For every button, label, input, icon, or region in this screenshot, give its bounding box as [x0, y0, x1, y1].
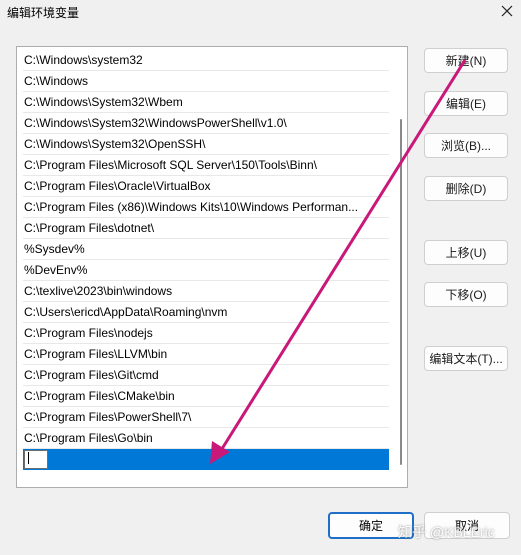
path-list-item[interactable]: %DevEnv%	[23, 260, 389, 281]
path-list[interactable]: C:\Windows\system32 C:\Windows C:\Windows\…	[16, 46, 408, 488]
scrollbar-thumb[interactable]	[400, 119, 402, 465]
delete-button[interactable]: 删除(D)	[424, 176, 508, 201]
move-down-button[interactable]: 下移(O)	[424, 282, 508, 307]
new-path-row[interactable]	[23, 449, 389, 470]
title-bar: 编辑环境变量	[0, 0, 521, 24]
watermark: 知乎 @KBLEric	[398, 524, 495, 540]
path-list-item[interactable]: %Sysdev%	[23, 239, 389, 260]
path-list-item[interactable]: C:\Program Files\Microsoft SQL Server\15…	[23, 155, 389, 176]
path-list-item[interactable]: C:\Program Files\LLVM\bin	[23, 344, 389, 365]
edit-text-button[interactable]: 编辑文本(T)...	[424, 346, 508, 371]
close-icon	[501, 5, 513, 17]
path-list-item[interactable]: C:\Program Files\PowerShell\7\	[23, 407, 389, 428]
path-list-item[interactable]: C:\Windows\System32\OpenSSH\	[23, 134, 389, 155]
browse-button[interactable]: 浏览(B)...	[424, 133, 508, 158]
path-list-item[interactable]: C:\Program Files\nodejs	[23, 323, 389, 344]
path-list-item[interactable]: C:\Program Files (x86)\Windows Kits\10\W…	[23, 197, 389, 218]
list-scrollbar[interactable]	[395, 47, 407, 487]
path-list-item[interactable]: C:\Program Files\CMake\bin	[23, 386, 389, 407]
path-list-item[interactable]: C:\Program Files\Go\bin	[23, 428, 389, 449]
path-list-item[interactable]: C:\Windows\system32	[23, 50, 389, 71]
edit-env-variable-dialog: 编辑环境变量 C:\Windows\system32 C:\Windows C:\W…	[0, 0, 521, 555]
new-button[interactable]: 新建(N)	[424, 48, 508, 73]
path-list-item[interactable]: C:\Program Files\Git\cmd	[23, 365, 389, 386]
text-caret	[28, 452, 29, 464]
path-list-item[interactable]: C:\Windows\System32\Wbem	[23, 92, 389, 113]
move-up-button[interactable]: 上移(U)	[424, 240, 508, 265]
path-list-item[interactable]: C:\texlive\2023\bin\windows	[23, 281, 389, 302]
path-list-item[interactable]: C:\Users\ericd\AppData\Roaming\nvm	[23, 302, 389, 323]
path-list-item[interactable]: C:\Windows\System32\WindowsPowerShell\v1…	[23, 113, 389, 134]
dialog-title: 编辑环境变量	[7, 6, 80, 20]
path-list-item[interactable]: C:\Program Files\dotnet\	[23, 218, 389, 239]
edit-button[interactable]: 编辑(E)	[424, 91, 508, 116]
path-list-item[interactable]: C:\Program Files\Oracle\VirtualBox	[23, 176, 389, 197]
close-button[interactable]	[493, 0, 521, 22]
path-list-item[interactable]: C:\Windows	[23, 71, 389, 92]
